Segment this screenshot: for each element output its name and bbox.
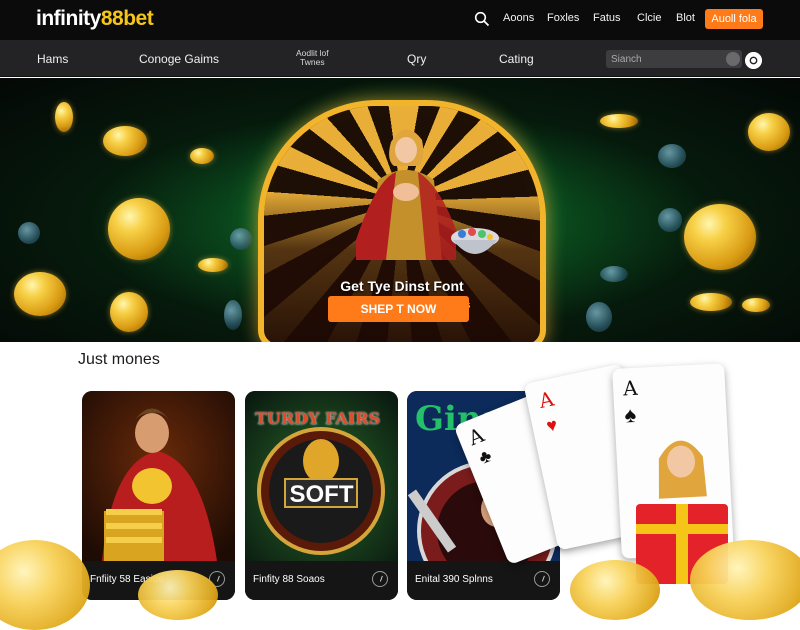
search-icon[interactable] <box>474 11 490 27</box>
gold-coin <box>570 560 660 620</box>
gold-coin <box>748 113 790 151</box>
card-rank: A <box>536 386 556 414</box>
game-card-2[interactable]: TURDY FAIRS SOFT Finfity 88 Soaos <box>245 391 398 600</box>
logo-tail: bet <box>123 7 154 30</box>
card-rank: A <box>622 375 639 401</box>
game-card-art <box>82 391 235 561</box>
top-link-blot[interactable]: Blot <box>676 12 695 24</box>
nav-search <box>606 50 742 68</box>
casino-chip <box>658 208 682 232</box>
gold-coin <box>138 570 218 620</box>
hero-title: Get Tye Dinst Font <box>340 278 464 294</box>
top-link-clcie[interactable]: Clcie <box>637 12 661 24</box>
gold-coin <box>0 540 90 630</box>
nav-item-small[interactable]: Aodlit lof Twnes <box>296 49 329 67</box>
gold-coin <box>600 114 638 128</box>
nav-item-home[interactable]: Hams <box>37 52 68 66</box>
search-input[interactable] <box>611 51 721 67</box>
gold-coin <box>742 298 770 312</box>
casino-chip <box>224 300 242 330</box>
nav-item-casino-games[interactable]: Conoge Gaims <box>139 52 219 66</box>
top-link-foxles[interactable]: Foxles <box>547 12 579 24</box>
card-label-soft: SOFT <box>289 481 354 508</box>
gold-coin <box>198 258 228 272</box>
top-link-aoons[interactable]: Aoons <box>503 12 534 24</box>
gold-coin <box>14 272 66 316</box>
casino-chip <box>658 144 686 168</box>
gold-coin <box>55 102 73 132</box>
casino-chip <box>586 302 612 332</box>
logo-accent: 88 <box>100 7 124 30</box>
casino-chip <box>600 266 628 282</box>
nav-bar: Hams Conoge Gaims Aodlit lof Twnes Qry C… <box>0 40 800 77</box>
game-card-1[interactable]: Fnfiity 58 Easios <box>82 391 235 600</box>
chip-bowl-icon <box>451 228 499 254</box>
gold-coin <box>690 293 732 311</box>
gift-ribbon <box>636 524 728 534</box>
hero-character-illustration <box>356 129 456 260</box>
gold-coin <box>103 126 147 156</box>
game-card-title: Finfity 88 Soaos <box>253 574 325 585</box>
spade-icon: ♠ <box>623 401 637 428</box>
nav-item-cating[interactable]: Cating <box>499 52 534 66</box>
gold-coin <box>108 198 170 260</box>
gold-coin <box>684 204 756 270</box>
heart-icon: ♥ <box>544 414 560 437</box>
gold-coin <box>110 292 148 332</box>
gift-ribbon <box>676 504 688 584</box>
top-bar: infinity88bet Aoons Foxles Fatus Clcie B… <box>0 0 800 40</box>
gold-coin <box>690 540 800 620</box>
logo-main: infinity <box>36 7 101 30</box>
top-link-fatus[interactable]: Fatus <box>593 12 621 24</box>
game-card-title: Enital 390 Splnns <box>415 574 493 585</box>
user-icon[interactable] <box>745 52 762 69</box>
casino-chip <box>230 228 252 250</box>
casino-chip <box>18 222 40 244</box>
club-icon: ♣ <box>475 445 495 469</box>
section-title: Just mones <box>78 351 160 368</box>
play-icon[interactable] <box>534 571 550 587</box>
card-queen-illustration <box>658 440 707 499</box>
gold-coin <box>190 148 214 164</box>
shop-now-button[interactable]: SHEP T NOW <box>328 296 469 322</box>
nav-item-qry[interactable]: Qry <box>407 52 426 66</box>
search-submit-icon[interactable] <box>726 52 740 66</box>
site-logo[interactable]: infinity88bet <box>36 7 154 31</box>
signup-button[interactable]: Auoll fola <box>705 9 763 29</box>
play-icon[interactable] <box>372 571 388 587</box>
card-banner-text: TURDY FAIRS <box>255 409 381 428</box>
